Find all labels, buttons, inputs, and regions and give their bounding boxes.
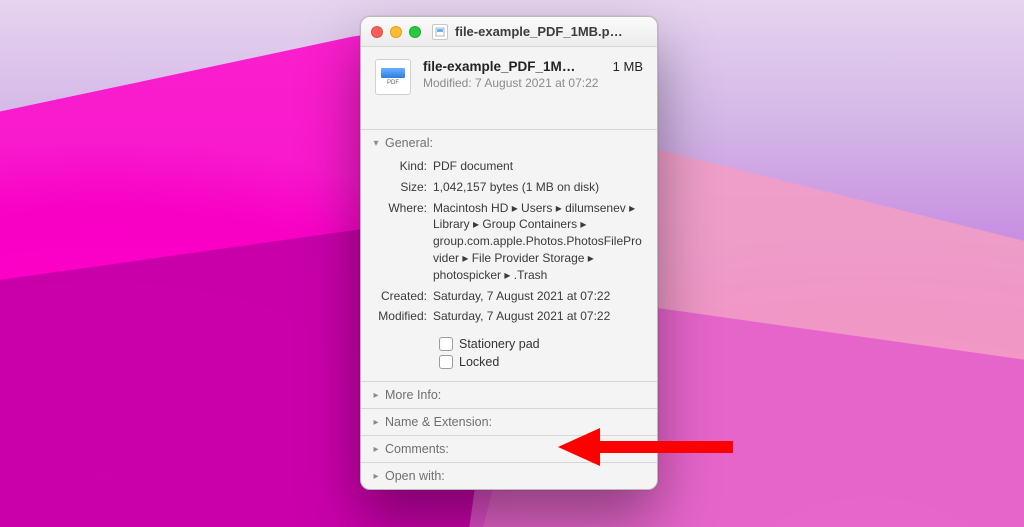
- section-label: Name & Extension:: [385, 415, 492, 429]
- section-general[interactable]: ▾ General:: [361, 129, 657, 156]
- created-value: Saturday, 7 August 2021 at 07:22: [433, 286, 643, 307]
- zoom-button[interactable]: [409, 26, 421, 38]
- spacer: [361, 105, 657, 129]
- chevron-right-icon: ▸: [371, 390, 381, 401]
- created-label: Created:: [375, 286, 433, 307]
- modified-label: Modified:: [375, 306, 433, 327]
- stationery-pad-checkbox[interactable]: [439, 337, 453, 351]
- section-more-info[interactable]: ▸ More Info:: [361, 381, 657, 408]
- file-size: 1 MB: [613, 59, 643, 74]
- chevron-down-icon: ▾: [371, 138, 381, 149]
- info-row-kind: Kind: PDF document: [375, 156, 643, 177]
- where-label: Where:: [375, 198, 433, 286]
- locked-label: Locked: [459, 355, 499, 369]
- section-name-extension[interactable]: ▸ Name & Extension:: [361, 408, 657, 435]
- locked-checkbox[interactable]: [439, 355, 453, 369]
- get-info-window: file-example_PDF_1MB.p… PDF file-example…: [360, 16, 658, 490]
- file-header: PDF file-example_PDF_1MB.… 1 MB Modified…: [361, 47, 657, 105]
- file-modified: Modified: 7 August 2021 at 07:22: [423, 76, 643, 90]
- chevron-right-icon: ▸: [371, 444, 381, 455]
- modified-value: Saturday, 7 August 2021 at 07:22: [433, 306, 643, 327]
- titlebar[interactable]: file-example_PDF_1MB.p…: [361, 17, 657, 47]
- kind-label: Kind:: [375, 156, 433, 177]
- chevron-right-icon: ▸: [371, 471, 381, 482]
- kind-value: PDF document: [433, 156, 643, 177]
- section-label: Comments:: [385, 442, 449, 456]
- where-value: Macintosh HD ▸ Users ▸ dilumsenev ▸ Libr…: [433, 198, 643, 286]
- desktop-background: file-example_PDF_1MB.p… PDF file-example…: [0, 0, 1024, 527]
- proxy-icon[interactable]: [432, 24, 448, 40]
- chevron-right-icon: ▸: [371, 417, 381, 428]
- file-name: file-example_PDF_1MB.…: [423, 59, 583, 74]
- info-row-created: Created: Saturday, 7 August 2021 at 07:2…: [375, 286, 643, 307]
- info-row-size: Size: 1,042,157 bytes (1 MB on disk): [375, 177, 643, 198]
- stationery-pad-row[interactable]: Stationery pad: [439, 337, 643, 351]
- general-body: Kind: PDF document Size: 1,042,157 bytes…: [361, 156, 657, 381]
- section-open-with[interactable]: ▸ Open with:: [361, 462, 657, 489]
- stationery-pad-label: Stationery pad: [459, 337, 540, 351]
- locked-row[interactable]: Locked: [439, 355, 643, 369]
- section-label: Open with:: [385, 469, 445, 483]
- window-title: file-example_PDF_1MB.p…: [455, 24, 647, 39]
- info-row-modified: Modified: Saturday, 7 August 2021 at 07:…: [375, 306, 643, 327]
- info-row-where: Where: Macintosh HD ▸ Users ▸ dilumsenev…: [375, 198, 643, 286]
- close-button[interactable]: [371, 26, 383, 38]
- size-label: Size:: [375, 177, 433, 198]
- file-thumbnail-icon: PDF: [375, 59, 411, 95]
- section-label: General:: [385, 136, 433, 150]
- section-label: More Info:: [385, 388, 441, 402]
- size-value: 1,042,157 bytes (1 MB on disk): [433, 177, 643, 198]
- minimize-button[interactable]: [390, 26, 402, 38]
- section-comments[interactable]: ▸ Comments:: [361, 435, 657, 462]
